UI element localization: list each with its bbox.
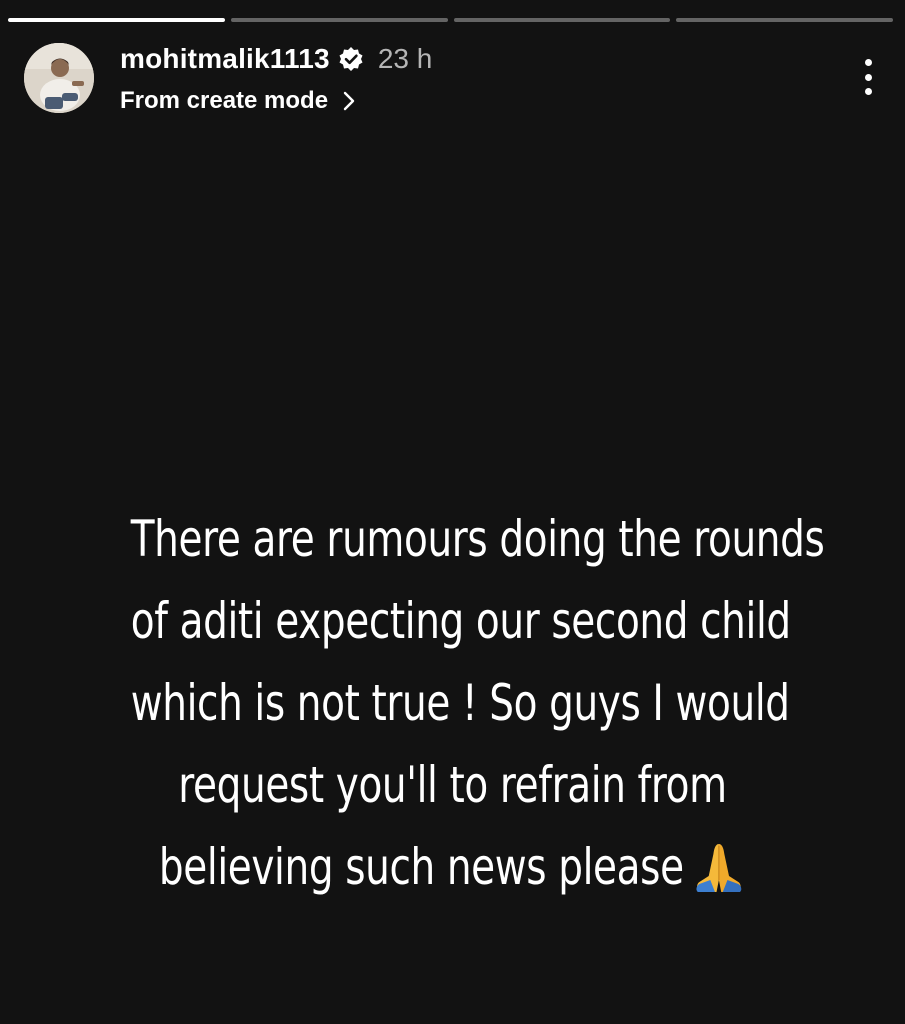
folded-hands-icon xyxy=(691,836,746,918)
story-caption: There are rumours doing the rounds of ad… xyxy=(130,498,825,918)
progress-segment xyxy=(453,18,671,22)
story-header: mohitmalik1113 23 h From create mode xyxy=(24,43,875,117)
progress-segment xyxy=(8,18,225,22)
chevron-right-icon xyxy=(343,91,355,111)
caption-line: request you'll to refrain from xyxy=(178,756,727,814)
caption-line: which is not true ! So guys I would xyxy=(130,674,790,732)
post-time: 23 h xyxy=(377,43,433,74)
progress-fill xyxy=(8,18,225,22)
create-mode-link[interactable]: From create mode xyxy=(120,87,356,115)
caption-last-line: believing such news please xyxy=(131,826,775,918)
avatar-image xyxy=(24,43,94,113)
avatar[interactable] xyxy=(24,43,94,113)
caption-line: of aditi expecting our second child xyxy=(130,592,791,650)
story-progress-bar xyxy=(8,18,893,22)
user-line: mohitmalik1113 23 h xyxy=(120,43,432,75)
create-mode-label: From create mode xyxy=(120,87,329,114)
caption-line: There are rumours doing the rounds xyxy=(130,510,825,568)
caption-line: believing such news please xyxy=(158,838,684,896)
progress-segment xyxy=(676,18,893,22)
username[interactable]: mohitmalik1113 xyxy=(120,43,330,75)
menu-dot xyxy=(864,59,872,66)
menu-dot xyxy=(864,73,872,81)
menu-dot xyxy=(864,88,872,95)
more-vertical-icon[interactable] xyxy=(861,59,875,95)
story-viewer[interactable]: mohitmalik1113 23 h From create mode The… xyxy=(0,0,905,1024)
progress-segment xyxy=(230,18,448,22)
verified-badge-icon xyxy=(338,46,364,72)
